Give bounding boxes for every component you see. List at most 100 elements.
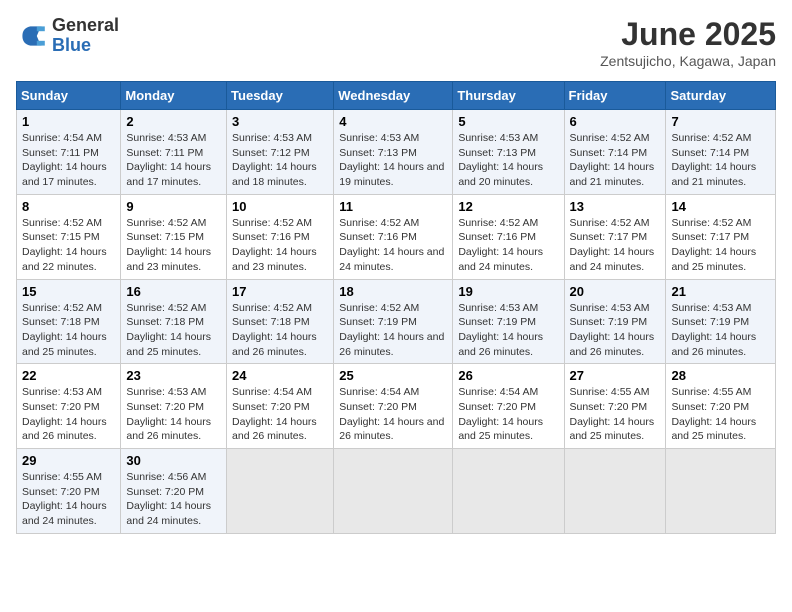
sunrise-label: Sunrise: 4:54 AM [22,132,102,144]
day-info: Sunrise: 4:52 AM Sunset: 7:17 PM Dayligh… [671,216,770,275]
day-number: 12 [458,199,558,214]
sunrise-label: Sunrise: 4:55 AM [671,386,751,398]
daylight-label: Daylight: 14 hours and 26 minutes. [22,416,107,443]
calendar-cell: 1 Sunrise: 4:54 AM Sunset: 7:11 PM Dayli… [17,110,121,195]
day-info: Sunrise: 4:53 AM Sunset: 7:20 PM Dayligh… [22,385,115,444]
sunset-label: Sunset: 7:18 PM [232,316,310,328]
daylight-label: Daylight: 14 hours and 24 minutes. [570,246,655,273]
calendar-cell: 21 Sunrise: 4:53 AM Sunset: 7:19 PM Dayl… [666,279,776,364]
sunset-label: Sunset: 7:20 PM [126,486,204,498]
daylight-label: Daylight: 14 hours and 26 minutes. [126,416,211,443]
calendar-cell: 10 Sunrise: 4:52 AM Sunset: 7:16 PM Dayl… [227,194,334,279]
sunset-label: Sunset: 7:20 PM [22,486,100,498]
day-info: Sunrise: 4:54 AM Sunset: 7:20 PM Dayligh… [232,385,328,444]
day-number: 29 [22,453,115,468]
calendar-cell: 18 Sunrise: 4:52 AM Sunset: 7:19 PM Dayl… [334,279,453,364]
sunset-label: Sunset: 7:20 PM [232,401,310,413]
sunrise-label: Sunrise: 4:54 AM [339,386,419,398]
sunrise-label: Sunrise: 4:53 AM [126,132,206,144]
day-info: Sunrise: 4:54 AM Sunset: 7:11 PM Dayligh… [22,131,115,190]
daylight-label: Daylight: 14 hours and 22 minutes. [22,246,107,273]
column-header-sunday: Sunday [17,82,121,110]
sunrise-label: Sunrise: 4:53 AM [22,386,102,398]
calendar-cell: 12 Sunrise: 4:52 AM Sunset: 7:16 PM Dayl… [453,194,564,279]
logo-text: General Blue [52,16,119,56]
sunrise-label: Sunrise: 4:54 AM [458,386,538,398]
calendar-cell: 5 Sunrise: 4:53 AM Sunset: 7:13 PM Dayli… [453,110,564,195]
daylight-label: Daylight: 14 hours and 19 minutes. [339,161,444,188]
day-info: Sunrise: 4:52 AM Sunset: 7:18 PM Dayligh… [126,301,221,360]
sunrise-label: Sunrise: 4:52 AM [570,132,650,144]
daylight-label: Daylight: 14 hours and 25 minutes. [570,416,655,443]
daylight-label: Daylight: 14 hours and 26 minutes. [339,331,444,358]
month-title: June 2025 [600,16,776,53]
sunset-label: Sunset: 7:20 PM [671,401,749,413]
daylight-label: Daylight: 14 hours and 24 minutes. [339,246,444,273]
sunrise-label: Sunrise: 4:52 AM [671,132,751,144]
day-info: Sunrise: 4:53 AM Sunset: 7:13 PM Dayligh… [458,131,558,190]
sunrise-label: Sunrise: 4:52 AM [671,217,751,229]
calendar-header-row: SundayMondayTuesdayWednesdayThursdayFrid… [17,82,776,110]
day-info: Sunrise: 4:52 AM Sunset: 7:19 PM Dayligh… [339,301,447,360]
sunrise-label: Sunrise: 4:52 AM [339,302,419,314]
day-number: 8 [22,199,115,214]
calendar-table: SundayMondayTuesdayWednesdayThursdayFrid… [16,81,776,534]
calendar-cell: 19 Sunrise: 4:53 AM Sunset: 7:19 PM Dayl… [453,279,564,364]
day-info: Sunrise: 4:52 AM Sunset: 7:14 PM Dayligh… [570,131,661,190]
calendar-cell [334,449,453,534]
sunset-label: Sunset: 7:13 PM [339,147,417,159]
calendar-cell: 28 Sunrise: 4:55 AM Sunset: 7:20 PM Dayl… [666,364,776,449]
calendar-cell: 14 Sunrise: 4:52 AM Sunset: 7:17 PM Dayl… [666,194,776,279]
day-info: Sunrise: 4:55 AM Sunset: 7:20 PM Dayligh… [22,470,115,529]
sunset-label: Sunset: 7:16 PM [232,231,310,243]
daylight-label: Daylight: 14 hours and 25 minutes. [671,416,756,443]
daylight-label: Daylight: 14 hours and 25 minutes. [671,246,756,273]
calendar-week-row: 15 Sunrise: 4:52 AM Sunset: 7:18 PM Dayl… [17,279,776,364]
sunset-label: Sunset: 7:18 PM [22,316,100,328]
sunset-label: Sunset: 7:11 PM [22,147,99,159]
column-header-wednesday: Wednesday [334,82,453,110]
calendar-cell: 6 Sunrise: 4:52 AM Sunset: 7:14 PM Dayli… [564,110,666,195]
calendar-cell [453,449,564,534]
day-number: 25 [339,368,447,383]
sunrise-label: Sunrise: 4:55 AM [570,386,650,398]
calendar-cell: 9 Sunrise: 4:52 AM Sunset: 7:15 PM Dayli… [121,194,227,279]
day-info: Sunrise: 4:52 AM Sunset: 7:17 PM Dayligh… [570,216,661,275]
day-info: Sunrise: 4:52 AM Sunset: 7:16 PM Dayligh… [339,216,447,275]
sunset-label: Sunset: 7:12 PM [232,147,310,159]
day-info: Sunrise: 4:52 AM Sunset: 7:14 PM Dayligh… [671,131,770,190]
daylight-label: Daylight: 14 hours and 18 minutes. [232,161,317,188]
day-info: Sunrise: 4:53 AM Sunset: 7:19 PM Dayligh… [671,301,770,360]
sunset-label: Sunset: 7:19 PM [458,316,536,328]
sunset-label: Sunset: 7:14 PM [671,147,749,159]
sunrise-label: Sunrise: 4:52 AM [232,217,312,229]
day-number: 14 [671,199,770,214]
day-number: 7 [671,114,770,129]
sunrise-label: Sunrise: 4:52 AM [126,217,206,229]
day-info: Sunrise: 4:54 AM Sunset: 7:20 PM Dayligh… [339,385,447,444]
day-number: 1 [22,114,115,129]
daylight-label: Daylight: 14 hours and 24 minutes. [22,500,107,527]
calendar-cell: 22 Sunrise: 4:53 AM Sunset: 7:20 PM Dayl… [17,364,121,449]
day-number: 2 [126,114,221,129]
calendar-cell: 2 Sunrise: 4:53 AM Sunset: 7:11 PM Dayli… [121,110,227,195]
day-info: Sunrise: 4:53 AM Sunset: 7:13 PM Dayligh… [339,131,447,190]
sunrise-label: Sunrise: 4:52 AM [339,217,419,229]
column-header-saturday: Saturday [666,82,776,110]
day-info: Sunrise: 4:52 AM Sunset: 7:15 PM Dayligh… [126,216,221,275]
sunrise-label: Sunrise: 4:56 AM [126,471,206,483]
day-number: 28 [671,368,770,383]
day-number: 9 [126,199,221,214]
column-header-friday: Friday [564,82,666,110]
column-header-tuesday: Tuesday [227,82,334,110]
sunrise-label: Sunrise: 4:53 AM [339,132,419,144]
calendar-cell: 17 Sunrise: 4:52 AM Sunset: 7:18 PM Dayl… [227,279,334,364]
column-header-monday: Monday [121,82,227,110]
day-number: 4 [339,114,447,129]
day-info: Sunrise: 4:53 AM Sunset: 7:19 PM Dayligh… [458,301,558,360]
calendar-cell [666,449,776,534]
daylight-label: Daylight: 14 hours and 26 minutes. [570,331,655,358]
sunrise-label: Sunrise: 4:53 AM [671,302,751,314]
calendar-cell: 13 Sunrise: 4:52 AM Sunset: 7:17 PM Dayl… [564,194,666,279]
sunset-label: Sunset: 7:20 PM [570,401,648,413]
